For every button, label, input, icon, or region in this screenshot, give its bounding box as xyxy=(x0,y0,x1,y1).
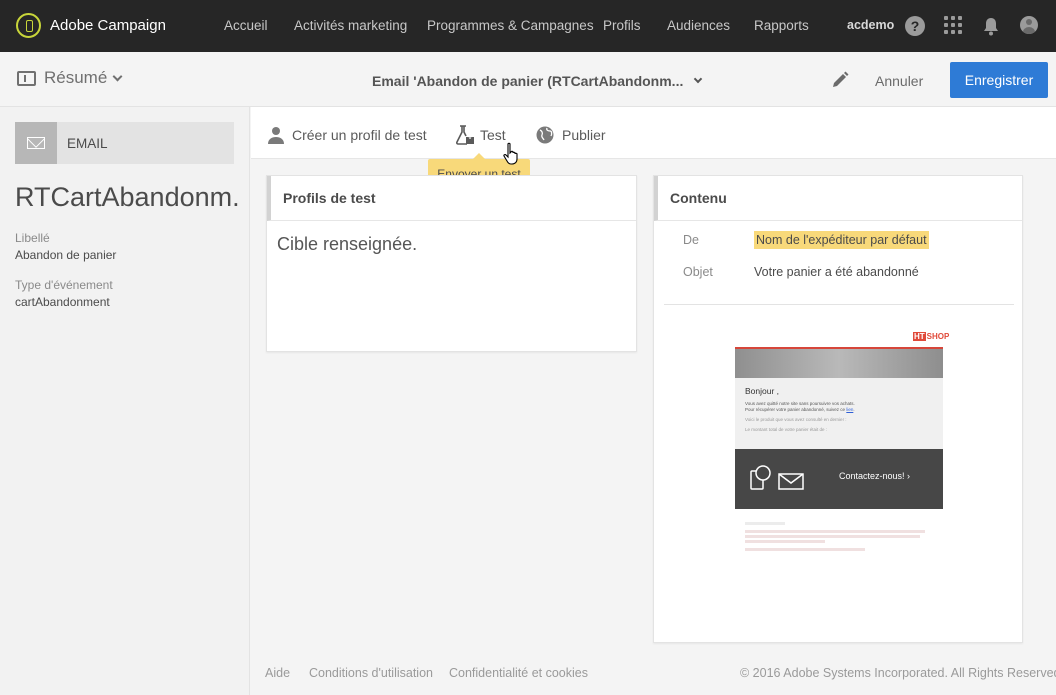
top-navigation-bar: Adobe Campaign Accueil Activités marketi… xyxy=(0,0,1056,52)
sender-value[interactable]: Nom de l'expéditeur par défaut xyxy=(754,231,929,249)
content-title: Contenu xyxy=(654,176,1022,221)
summary-label: Résumé xyxy=(44,68,108,87)
label-field-value: Abandon de panier xyxy=(15,248,117,262)
footer-terms-link[interactable]: Conditions d'utilisation xyxy=(309,666,433,680)
chevron-down-icon xyxy=(694,74,703,84)
user-name[interactable]: acdemo xyxy=(847,18,894,32)
content-card[interactable]: Contenu De Nom de l'expéditeur par défau… xyxy=(653,175,1023,643)
cancel-button[interactable]: Annuler xyxy=(875,73,923,89)
label-field-label: Libellé xyxy=(15,231,50,245)
hand-pointer-cursor-icon xyxy=(503,142,521,171)
email-hero-banner xyxy=(735,347,943,378)
email-link: lien xyxy=(846,407,854,412)
email-body: Bonjour , Vous avez quitté notre site sa… xyxy=(735,378,943,449)
sender-label: De xyxy=(683,233,699,247)
person-icon xyxy=(268,127,284,144)
email-line-2: Pour récupérer votre panier abandonné, s… xyxy=(745,407,855,412)
nav-link-accueil[interactable]: Accueil xyxy=(224,18,268,33)
edit-pencil-icon[interactable] xyxy=(830,70,850,95)
message-name: RTCartAbandonm.. xyxy=(15,182,240,212)
email-line-4: Le montant total de votre panier était d… xyxy=(745,427,828,432)
save-button[interactable]: Enregistrer xyxy=(950,62,1048,98)
create-test-profile-button[interactable]: Créer un profil de test xyxy=(266,125,427,145)
help-icon[interactable]: ? xyxy=(905,16,925,36)
flask-send-icon xyxy=(456,125,474,145)
globe-icon xyxy=(536,126,554,144)
footer-privacy-link[interactable]: Confidentialité et cookies xyxy=(449,666,588,680)
nav-link-activites-marketing[interactable]: Activités marketing xyxy=(294,18,407,33)
create-test-profile-label: Créer un profil de test xyxy=(292,127,427,143)
action-bar: Créer un profil de test Test Publier xyxy=(251,107,1056,159)
contact-us-text: Contactez-nous! › xyxy=(839,471,911,481)
subject-value[interactable]: Votre panier a été abandonné xyxy=(754,265,919,279)
channel-type-label: EMAIL xyxy=(67,135,108,151)
content-divider xyxy=(664,304,1014,305)
footer-copyright: © 2016 Adobe Systems Incorporated. All R… xyxy=(740,666,1056,680)
test-label: Test xyxy=(480,127,506,143)
email-channel-icon xyxy=(15,122,57,164)
summary-panel: EMAIL RTCartAbandonm.. Libellé Abandon d… xyxy=(0,107,250,695)
document-title-dropdown[interactable]: Email 'Abandon de panier (RTCartAbandonm… xyxy=(372,73,703,89)
email-line-3: Voici le produit que vous avez consulté … xyxy=(745,417,847,422)
contact-icons xyxy=(750,465,804,490)
notifications-bell-icon[interactable] xyxy=(982,17,1000,41)
test-button[interactable]: Test xyxy=(454,125,506,145)
test-profiles-status: Cible renseignée. xyxy=(277,234,418,254)
brand-name: Adobe Campaign xyxy=(50,17,166,34)
footer-help-link[interactable]: Aide xyxy=(265,666,290,680)
summary-dropdown[interactable]: Résumé xyxy=(17,68,123,88)
event-type-field-label: Type d'événement xyxy=(15,278,113,292)
brand[interactable]: Adobe Campaign xyxy=(16,13,166,38)
publish-label: Publier xyxy=(562,127,606,143)
channel-type-card: EMAIL xyxy=(15,122,234,164)
page-footer: Aide Conditions d'utilisation Confidenti… xyxy=(251,650,1056,695)
email-greeting: Bonjour , xyxy=(745,386,780,396)
adobe-campaign-logo-icon xyxy=(16,13,41,38)
apps-grid-icon[interactable] xyxy=(944,16,962,34)
nav-link-rapports[interactable]: Rapports xyxy=(754,18,809,33)
event-type-field-value: cartAbandonment xyxy=(15,295,110,309)
chevron-down-icon xyxy=(112,71,123,81)
test-profiles-card[interactable]: Profils de test Cible renseignée. xyxy=(266,175,637,352)
document-toolbar: Résumé Email 'Abandon de panier (RTCartA… xyxy=(0,52,1056,107)
nav-link-audiences[interactable]: Audiences xyxy=(667,18,730,33)
document-title: Email 'Abandon de panier (RTCartAbandonm… xyxy=(372,73,684,89)
user-avatar-icon[interactable] xyxy=(1020,16,1038,34)
nav-link-programmes-campagnes[interactable]: Programmes & Campagnes xyxy=(427,18,594,33)
nav-link-profils[interactable]: Profils xyxy=(603,18,641,33)
contact-banner: Contactez-nous! › xyxy=(735,449,943,509)
shop-logo: HT SHOP xyxy=(913,332,950,341)
email-preview[interactable]: HT SHOP Bonjour , Vous avez quitté notre … xyxy=(735,329,949,509)
subject-label: Objet xyxy=(683,265,713,279)
email-preview-footer xyxy=(745,522,935,551)
publish-button[interactable]: Publier xyxy=(535,125,606,145)
side-panel-icon xyxy=(17,70,36,86)
test-profiles-title: Profils de test xyxy=(267,176,636,221)
